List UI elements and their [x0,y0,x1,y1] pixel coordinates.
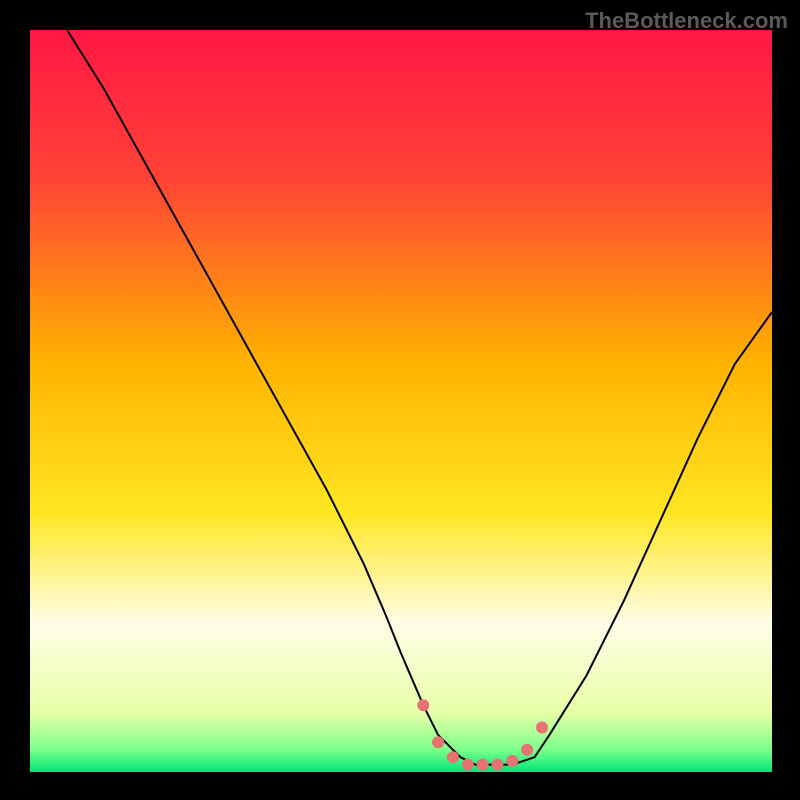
watermark-text: TheBottleneck.com [585,8,788,34]
gradient-background [30,30,772,772]
chart-container: TheBottleneck.com [0,0,800,800]
plot-area [30,30,772,772]
